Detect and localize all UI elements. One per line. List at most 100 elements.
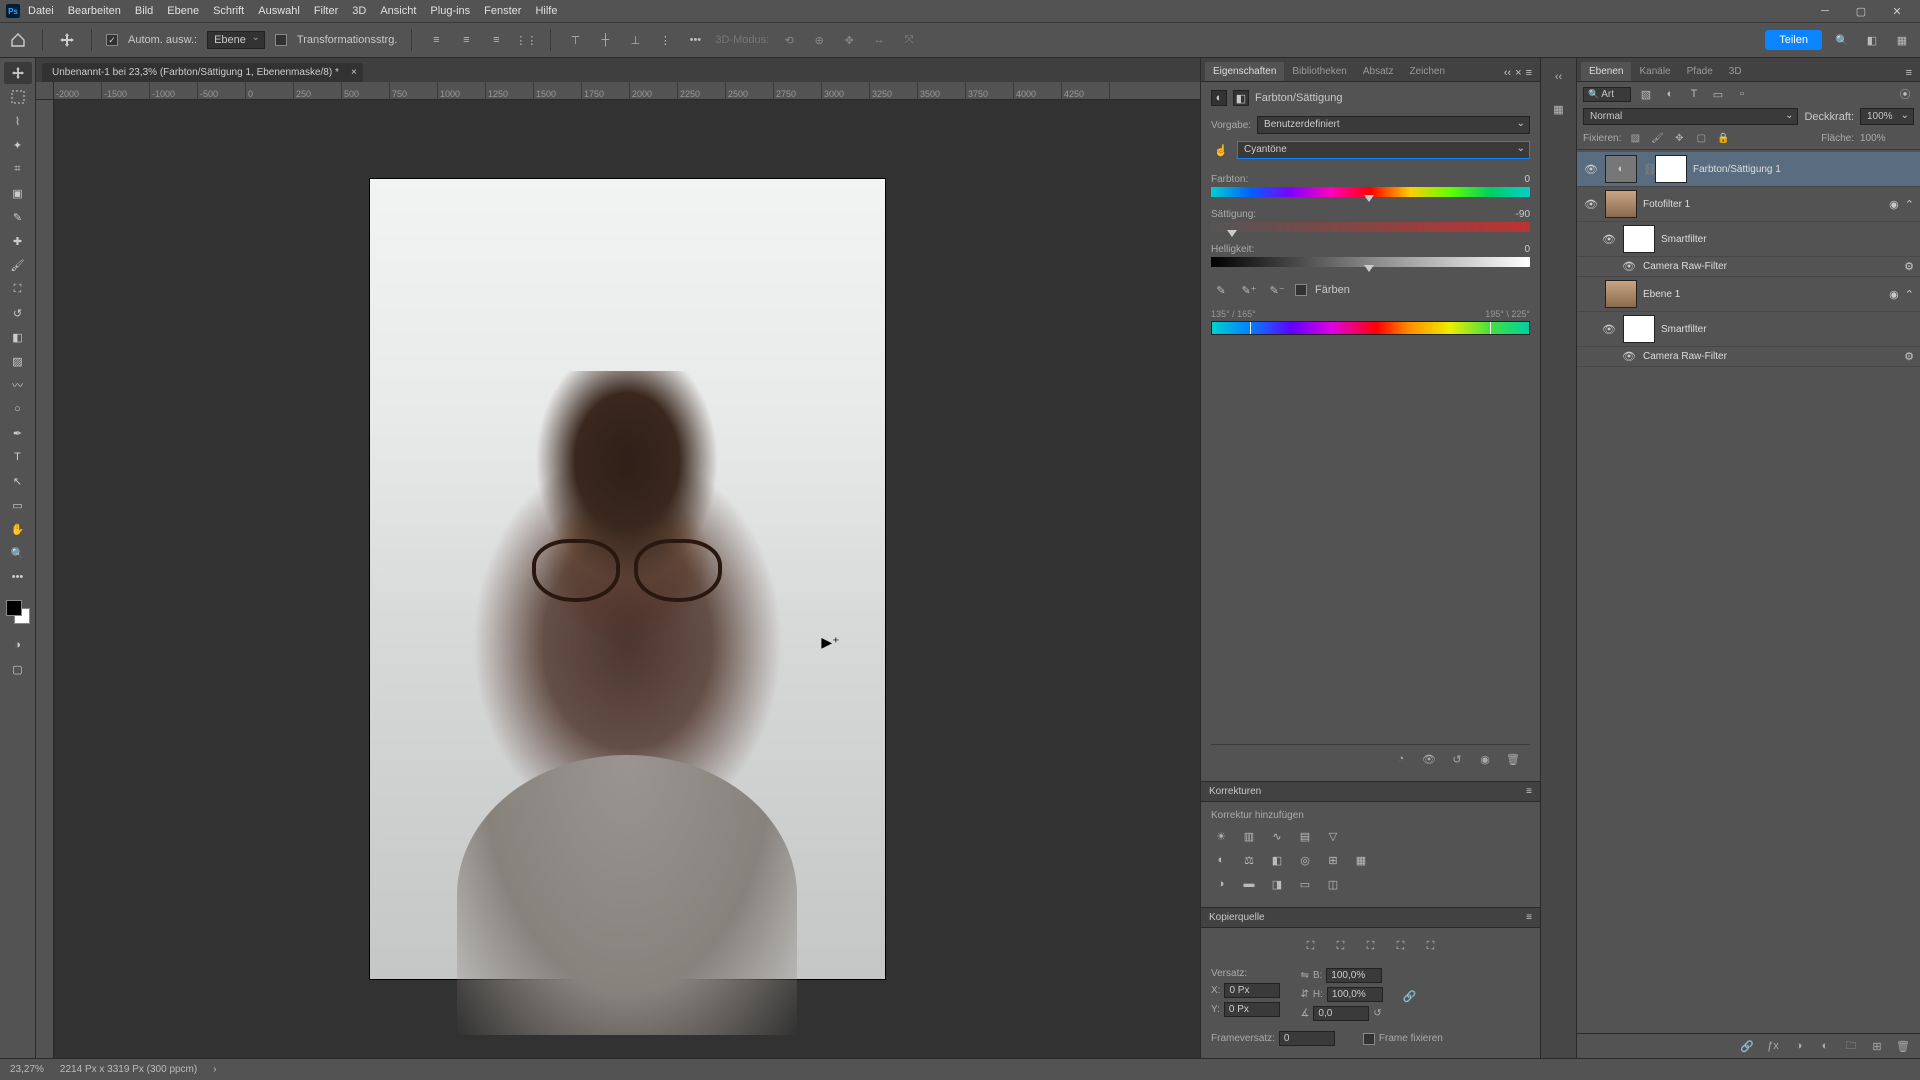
crop-tool[interactable]: ⌗ bbox=[4, 158, 32, 180]
align-top-icon[interactable]: ⊤ bbox=[565, 30, 585, 50]
layers-menu-icon[interactable]: ≡ bbox=[1906, 67, 1912, 79]
close-tab-icon[interactable]: × bbox=[351, 67, 357, 78]
align-center-v-icon[interactable]: ┼ bbox=[595, 30, 615, 50]
share-button[interactable]: Teilen bbox=[1765, 30, 1822, 50]
document-info[interactable]: 2214 Px x 3319 Px (300 ppcm) bbox=[60, 1064, 197, 1075]
menu-bearbeiten[interactable]: Bearbeiten bbox=[68, 5, 121, 17]
zoom-tool[interactable]: 🔍 bbox=[4, 542, 32, 564]
close-panel-icon[interactable]: × bbox=[1515, 67, 1521, 79]
link-wh-icon[interactable]: 🔗 bbox=[1403, 990, 1417, 1003]
lightness-value[interactable]: 0 bbox=[1488, 244, 1530, 255]
saturation-slider[interactable] bbox=[1211, 222, 1530, 232]
delete-layer-icon[interactable]: 🗑 bbox=[1894, 1038, 1912, 1054]
new-layer-icon[interactable]: ⊞ bbox=[1868, 1038, 1886, 1054]
smart-filter-indicator-icon[interactable]: ◉ bbox=[1889, 198, 1899, 211]
layer-name[interactable]: Fotofilter 1 bbox=[1643, 199, 1690, 210]
filter-shape-icon[interactable]: ▭ bbox=[1709, 86, 1727, 102]
shape-tool[interactable]: ▭ bbox=[4, 494, 32, 516]
canvas[interactable]: ▶⁺ bbox=[54, 100, 1200, 1058]
filter-smart-icon[interactable]: ▫ bbox=[1733, 86, 1751, 102]
menu-fenster[interactable]: Fenster bbox=[484, 5, 521, 17]
visibility-toggle[interactable]: 👁 bbox=[1601, 323, 1617, 336]
tab-eigenschaften[interactable]: Eigenschaften bbox=[1205, 62, 1284, 81]
opacity-input[interactable]: 100% bbox=[1860, 108, 1914, 125]
adj-photofilter-icon[interactable]: ◎ bbox=[1295, 851, 1315, 869]
close-button[interactable]: ✕ bbox=[1880, 0, 1914, 22]
healing-tool[interactable]: ✚ bbox=[4, 230, 32, 252]
adj-hue-icon[interactable]: ◐ bbox=[1211, 851, 1231, 869]
filter-entry[interactable]: 👁 Camera Raw-Filter ⚙ bbox=[1577, 347, 1920, 367]
more-options-icon[interactable]: ••• bbox=[685, 30, 705, 50]
kopierquelle-header[interactable]: Kopierquelle ≡ bbox=[1201, 907, 1540, 928]
frame-lock-checkbox[interactable] bbox=[1363, 1033, 1375, 1045]
clone-source-3[interactable]: ⛶ bbox=[1361, 936, 1381, 956]
adj-levels-icon[interactable]: ▥ bbox=[1239, 827, 1259, 845]
adj-invert-icon[interactable]: ◑ bbox=[1211, 875, 1231, 893]
layer-filter-type[interactable]: Art bbox=[1583, 87, 1631, 102]
tab-3d[interactable]: 3D bbox=[1721, 62, 1750, 81]
preset-dropdown[interactable]: Benutzerdefiniert bbox=[1257, 116, 1530, 134]
horizontal-ruler[interactable]: -2000 -1500 -1000 -500 0 250 500 750 100… bbox=[54, 82, 1200, 100]
hand-tool[interactable]: ✋ bbox=[4, 518, 32, 540]
lock-position-icon[interactable]: ✥ bbox=[1671, 131, 1687, 145]
collapse-panel-icon[interactable]: ‹‹ bbox=[1504, 67, 1511, 79]
adj-colorlookup-icon[interactable]: ▦ bbox=[1351, 851, 1371, 869]
filter-type-icon[interactable]: T bbox=[1685, 86, 1703, 102]
eyedropper-add-icon[interactable]: ✎⁺ bbox=[1239, 281, 1259, 299]
clone-source-5[interactable]: ⛶ bbox=[1421, 936, 1441, 956]
menu-bild[interactable]: Bild bbox=[135, 5, 153, 17]
quickmask-toggle[interactable]: ◑ bbox=[4, 634, 32, 656]
lock-transparency-icon[interactable]: ▨ bbox=[1627, 131, 1643, 145]
filter-toggle-icon[interactable]: ⦿ bbox=[1896, 86, 1914, 102]
adj-brightness-icon[interactable]: ☀ bbox=[1211, 827, 1231, 845]
blend-mode-dropdown[interactable]: Normal bbox=[1583, 108, 1798, 125]
minimize-button[interactable]: ─ bbox=[1808, 0, 1842, 22]
targeted-adjust-icon[interactable]: ☝ bbox=[1211, 140, 1231, 160]
clone-source-2[interactable]: ⛶ bbox=[1331, 936, 1351, 956]
gradient-tool[interactable]: ▨ bbox=[4, 350, 32, 372]
lasso-tool[interactable]: ⌇ bbox=[4, 110, 32, 132]
layer-name[interactable]: Ebene 1 bbox=[1643, 289, 1680, 300]
lock-artboard-icon[interactable]: ▢ bbox=[1693, 131, 1709, 145]
tab-bibliotheken[interactable]: Bibliotheken bbox=[1284, 62, 1354, 81]
frame-offset-input[interactable] bbox=[1279, 1031, 1335, 1046]
eyedropper-icon[interactable]: ✎ bbox=[1211, 281, 1231, 299]
visibility-toggle[interactable]: 👁 bbox=[1621, 350, 1637, 363]
visibility-toggle[interactable]: 👁 bbox=[1621, 260, 1637, 273]
view-previous-icon[interactable]: ◉ bbox=[1476, 751, 1494, 767]
visibility-toggle[interactable]: 👁 bbox=[1601, 233, 1617, 246]
wand-tool[interactable]: ✦ bbox=[4, 134, 32, 156]
adj-gradientmap-icon[interactable]: ▭ bbox=[1295, 875, 1315, 893]
vertical-ruler[interactable] bbox=[36, 100, 54, 1058]
menu-datei[interactable]: Datei bbox=[28, 5, 54, 17]
lock-all-icon[interactable]: 🔒 bbox=[1715, 131, 1731, 145]
filter-mask-thumb[interactable] bbox=[1623, 225, 1655, 253]
align-left-icon[interactable]: ≡ bbox=[426, 30, 446, 50]
layer-name[interactable]: Farbton/Sättigung 1 bbox=[1693, 164, 1781, 175]
panel-menu-icon[interactable]: ≡ bbox=[1526, 67, 1532, 79]
auto-select-checkbox[interactable] bbox=[106, 34, 118, 46]
link-layers-icon[interactable]: 🔗 bbox=[1738, 1038, 1756, 1054]
scale-h-input[interactable] bbox=[1327, 987, 1383, 1002]
visibility-toggle[interactable]: 👁 bbox=[1583, 163, 1599, 176]
adj-vibrance-icon[interactable]: ▽ bbox=[1323, 827, 1343, 845]
tab-absatz[interactable]: Absatz bbox=[1355, 62, 1402, 81]
delete-adjustment-icon[interactable]: 🗑 bbox=[1504, 751, 1522, 767]
hue-slider[interactable] bbox=[1211, 187, 1530, 197]
move-tool-icon[interactable] bbox=[57, 30, 77, 50]
adj-bw-icon[interactable]: ◧ bbox=[1267, 851, 1287, 869]
colorize-checkbox[interactable] bbox=[1295, 284, 1307, 296]
clone-source-1[interactable]: ⛶ bbox=[1301, 936, 1321, 956]
lightness-slider[interactable] bbox=[1211, 257, 1530, 267]
toggle-visibility-icon[interactable]: 👁 bbox=[1420, 751, 1438, 767]
new-group-icon[interactable]: 🗀 bbox=[1842, 1038, 1860, 1054]
channel-dropdown[interactable]: Cyantöne bbox=[1237, 141, 1530, 159]
clip-to-layer-icon[interactable]: ◔ bbox=[1392, 751, 1410, 767]
lock-pixels-icon[interactable]: 🖌 bbox=[1649, 131, 1665, 145]
align-center-h-icon[interactable]: ≡ bbox=[456, 30, 476, 50]
layer-item[interactable]: Ebene 1 ◉ ⌃ bbox=[1577, 277, 1920, 312]
transform-controls-checkbox[interactable] bbox=[275, 34, 287, 46]
frame-tool[interactable]: ▣ bbox=[4, 182, 32, 204]
expand-icon[interactable]: ⌃ bbox=[1905, 288, 1914, 301]
search-icon[interactable]: 🔍 bbox=[1832, 30, 1852, 50]
